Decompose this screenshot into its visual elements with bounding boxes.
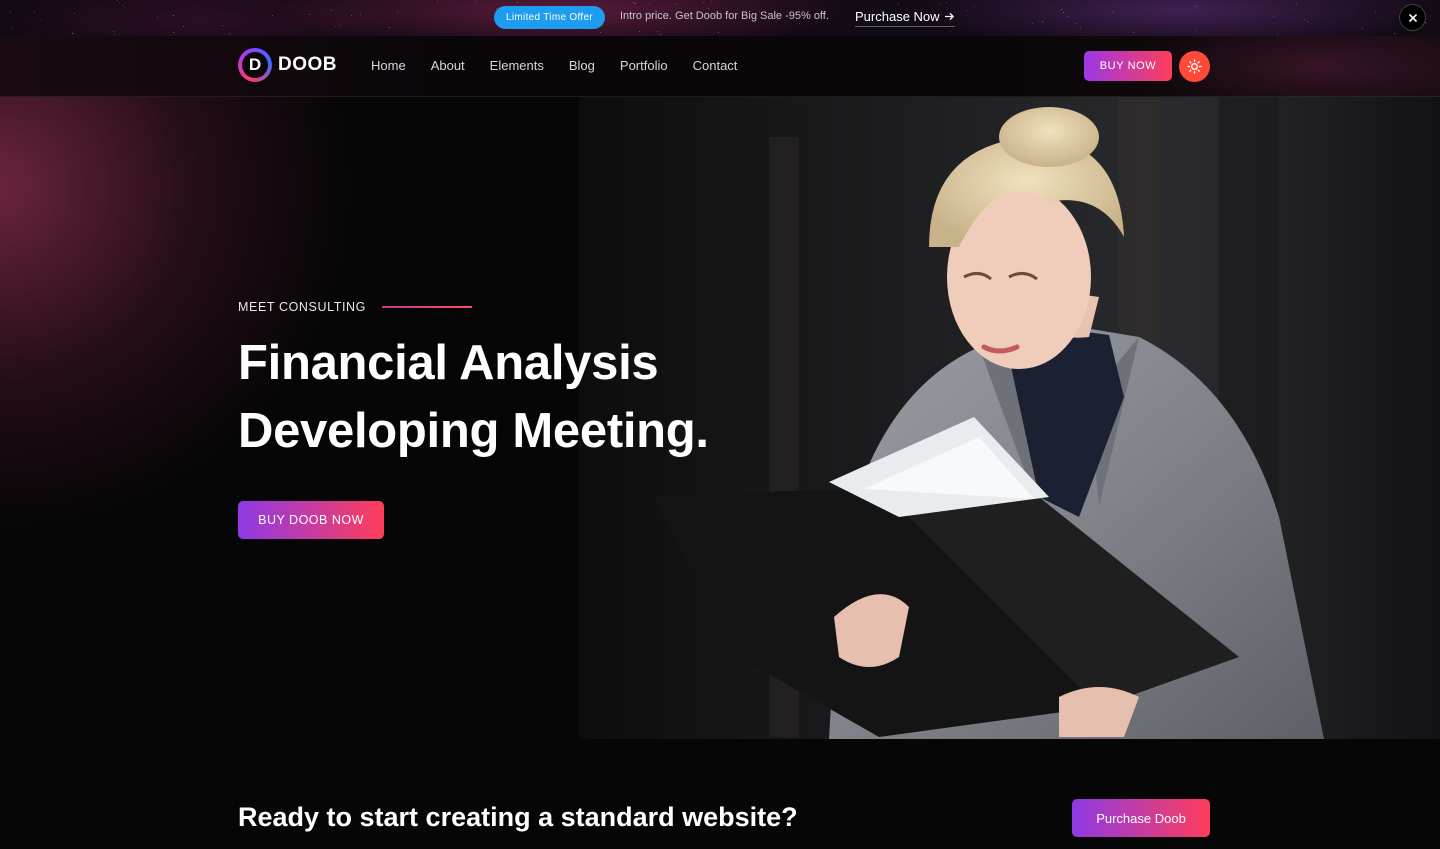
buy-now-button[interactable]: BUY NOW xyxy=(1084,51,1172,81)
cta-title: Ready to start creating a standard websi… xyxy=(238,802,798,832)
hero-section: MEET CONSULTING Financial Analysis Devel… xyxy=(0,97,1440,739)
close-icon xyxy=(1408,13,1417,22)
nav-item-contact[interactable]: Contact xyxy=(693,58,738,73)
cta-section: Ready to start creating a standard websi… xyxy=(0,739,1440,849)
main-nav: Home About Elements Blog Portfolio Conta… xyxy=(371,58,762,73)
hero-headline: Financial Analysis Developing Meeting. xyxy=(238,329,798,465)
nav-item-blog[interactable]: Blog xyxy=(569,58,595,73)
eyebrow-text: MEET CONSULTING xyxy=(238,300,366,314)
hero-eyebrow: MEET CONSULTING xyxy=(238,300,472,314)
logo-mark-letter: D xyxy=(242,52,268,78)
nav-item-about[interactable]: About xyxy=(431,58,465,73)
nav-item-portfolio[interactable]: Portfolio xyxy=(620,58,668,73)
logo-mark: D xyxy=(238,48,272,82)
promo-bar: Limited Time Offer Intro price. Get Doob… xyxy=(0,0,1440,36)
sun-icon xyxy=(1187,59,1202,74)
headline-line-2: Developing Meeting. xyxy=(238,404,709,458)
arrow-right-icon xyxy=(944,12,954,21)
logo[interactable]: D DOOB xyxy=(238,48,337,82)
logo-text: DOOB xyxy=(278,54,337,75)
nav-item-home[interactable]: Home xyxy=(371,58,406,73)
promo-text: Intro price. Get Doob for Big Sale -95% … xyxy=(620,10,829,22)
limited-offer-badge: Limited Time Offer xyxy=(494,6,605,29)
headline-line-1: Financial Analysis xyxy=(238,336,659,390)
eyebrow-line xyxy=(382,306,472,308)
purchase-now-label: Purchase Now xyxy=(855,9,940,24)
hero-glow xyxy=(0,97,360,537)
purchase-doob-button[interactable]: Purchase Doob xyxy=(1072,799,1210,837)
theme-toggle-button[interactable] xyxy=(1179,51,1210,82)
purchase-now-link[interactable]: Purchase Now xyxy=(855,9,955,27)
site-header: D DOOB Home About Elements Blog Portfoli… xyxy=(0,36,1440,97)
nav-item-elements[interactable]: Elements xyxy=(490,58,544,73)
buy-doob-now-button[interactable]: BUY DOOB NOW xyxy=(238,501,384,539)
close-promo-button[interactable] xyxy=(1399,4,1426,31)
